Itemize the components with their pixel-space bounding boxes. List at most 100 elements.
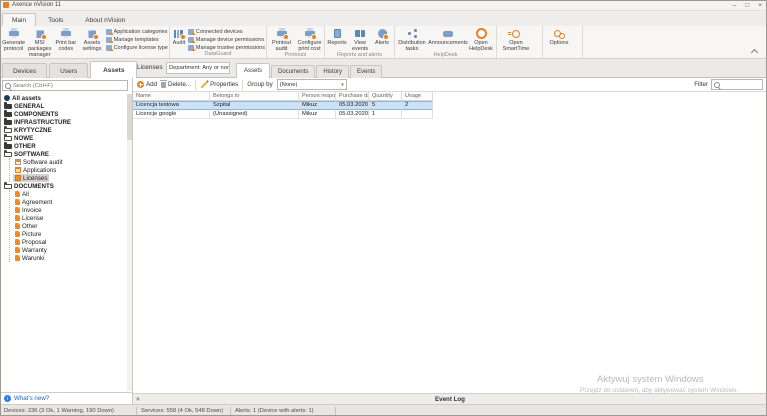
- tab-assets[interactable]: Assets: [90, 61, 137, 78]
- reports-button[interactable]: Reports: [326, 27, 348, 46]
- properties-button[interactable]: Properties: [200, 81, 238, 88]
- sidebar-item-license[interactable]: License: [13, 214, 45, 222]
- column-header-purchase-date[interactable]: Purchase date: [336, 92, 369, 101]
- manage-device-permissions-button[interactable]: Manage device permissions: [188, 37, 265, 43]
- options-button[interactable]: Options: [544, 27, 574, 46]
- generate-protocol-button[interactable]: Generate protocol: [1, 27, 26, 52]
- tab-about-nvision[interactable]: About nVision: [75, 13, 135, 26]
- printout-audit-icon: [275, 28, 289, 39]
- sidebar-item-warranty[interactable]: Warranty: [13, 246, 49, 254]
- ribbon-group-options: Options: [543, 26, 583, 58]
- subtab-documents[interactable]: Documents: [271, 65, 315, 78]
- sidebar-item-invoice[interactable]: Invoice: [13, 206, 44, 214]
- tab-users[interactable]: Users: [49, 63, 88, 78]
- ribbon-group-reports-alerts: Reports View events Alerts Reports and a…: [325, 26, 395, 58]
- printout-audit-button[interactable]: Printout audit: [268, 27, 295, 52]
- filter-input[interactable]: [722, 82, 760, 88]
- connected-devices-button[interactable]: Connected devices: [188, 29, 265, 35]
- sidebar-item-other[interactable]: OTHER: [2, 142, 38, 150]
- sidebar-item-agreement[interactable]: Agreement: [13, 198, 54, 206]
- print-bar-codes-button[interactable]: Print bar codes: [53, 27, 78, 52]
- column-header-person-responsible[interactable]: Person respon: [299, 92, 336, 101]
- pencil-icon: [201, 81, 208, 88]
- chevron-down-icon: [341, 82, 344, 88]
- device-permissions-icon: [188, 37, 194, 43]
- expand-panel-icon[interactable]: «: [133, 397, 141, 401]
- column-header-name[interactable]: Name: [133, 92, 210, 101]
- sidebar-item-applications[interactable]: Applications: [13, 166, 58, 174]
- sidebar-item-infrastructure[interactable]: INFRASTRUCTURE: [2, 118, 73, 126]
- column-header-usage[interactable]: Usage: [402, 92, 433, 101]
- sidebar-item-licenses[interactable]: Licenses: [13, 174, 49, 182]
- subtab-events[interactable]: Events: [350, 65, 382, 78]
- trash-icon: [161, 82, 166, 88]
- status-bar: Devices: 236 (3 Ok, 1 Warning, 190 Down)…: [0, 404, 767, 416]
- restore-icon[interactable]: □: [745, 1, 749, 10]
- delete-button[interactable]: Delete...: [161, 81, 191, 88]
- event-log-bar[interactable]: « Event Log: [133, 393, 767, 404]
- column-header-quantity[interactable]: Quantity: [369, 92, 402, 101]
- status-devices: Devices: 236 (3 Ok, 1 Warning, 190 Down): [0, 407, 137, 415]
- tree-scrollbar[interactable]: [127, 94, 132, 391]
- subtab-history[interactable]: History: [316, 65, 349, 78]
- package-gear-icon: [33, 28, 47, 39]
- department-filter-dropdown[interactable]: Department: Any or none: [166, 62, 230, 74]
- manage-templates-button[interactable]: Manage templates: [106, 37, 168, 43]
- whats-new-link[interactable]: What's new?: [14, 395, 49, 402]
- sidebar-item-components[interactable]: COMPONENTS: [2, 110, 60, 118]
- assets-settings-button[interactable]: Assets settings: [79, 27, 104, 52]
- sidebar-item-nowe[interactable]: NOWE: [2, 134, 35, 142]
- table-row[interactable]: Licencje google (Unassigned) Mikuz 05.03…: [133, 110, 433, 119]
- sidebar-item-general[interactable]: GENERAL: [2, 102, 46, 110]
- sidebar-item-other-doc[interactable]: Other: [13, 222, 39, 230]
- scrollbar-thumb[interactable]: [127, 94, 132, 140]
- audit-button[interactable]: Audit: [171, 27, 187, 46]
- open-smarttime-button[interactable]: Open SmartTime: [498, 27, 534, 52]
- open-folder-icon: [4, 184, 12, 189]
- column-header-belongs-to[interactable]: Belongs to: [210, 92, 299, 101]
- close-icon[interactable]: ×: [758, 1, 762, 10]
- sidebar-item-picture[interactable]: Picture: [13, 230, 43, 238]
- licenses-table: Name Belongs to Person respon Purchase d…: [133, 92, 433, 119]
- tab-tools[interactable]: Tools: [38, 13, 73, 26]
- folder-icon: [4, 112, 12, 117]
- distribution-tasks-button[interactable]: Distribution tasks: [396, 27, 428, 52]
- sidebar-item-all[interactable]: All: [13, 190, 31, 198]
- sidebar-item-warunki[interactable]: Warunki: [13, 254, 46, 262]
- sidebar-item-software-audit[interactable]: Software audit: [13, 158, 65, 166]
- search-box: [2, 80, 128, 91]
- sidebar-item-proposal[interactable]: Proposal: [13, 238, 48, 246]
- document-icon: [15, 247, 20, 253]
- sidebar-item-all-assets[interactable]: All assets: [2, 94, 43, 102]
- sidebar-item-krytyczne[interactable]: KRYTYCZNE: [2, 126, 54, 134]
- tab-main[interactable]: Main: [2, 13, 36, 26]
- group-by-dropdown[interactable]: (None): [277, 79, 347, 90]
- open-helpdesk-button[interactable]: Open HelpDesk: [468, 27, 494, 52]
- sidebar-item-software[interactable]: SOFTWARE: [2, 150, 51, 158]
- software-audit-icon: [15, 159, 21, 165]
- tab-devices[interactable]: Devices: [2, 63, 47, 78]
- group-label-printouts: Printouts: [268, 52, 323, 59]
- folder-icon: [4, 120, 12, 125]
- licenses-icon: [15, 175, 21, 181]
- search-icon: [5, 83, 11, 89]
- announcements-button[interactable]: Announcements: [429, 27, 467, 46]
- print-cost-icon: [303, 28, 317, 39]
- search-input[interactable]: [13, 83, 125, 89]
- ribbon-tab-bar: Main Tools About nVision: [0, 11, 767, 26]
- sidebar: All assets GENERAL COMPONENTS INFRASTRUC…: [0, 78, 133, 404]
- msi-packages-manager-button[interactable]: MSI packages manager: [27, 27, 52, 58]
- group-label-dataguard: DataGuard: [171, 51, 265, 58]
- add-button[interactable]: Add: [137, 81, 157, 88]
- configure-print-cost-button[interactable]: Configure print cost: [296, 27, 323, 52]
- minimize-icon[interactable]: –: [733, 1, 737, 10]
- table-row[interactable]: Licencja testowa Szpital Mikuz 05.03.202…: [133, 101, 433, 110]
- document-icon: [15, 191, 20, 197]
- alerts-button[interactable]: Alerts: [372, 27, 392, 46]
- view-events-button[interactable]: View events: [349, 27, 371, 52]
- application-categories-button[interactable]: Application categories: [106, 29, 168, 35]
- configure-license-type-button[interactable]: Configure license type: [106, 45, 168, 51]
- license-type-icon: [106, 45, 112, 51]
- sidebar-item-documents[interactable]: DOCUMENTS: [2, 182, 56, 190]
- subtab-assets[interactable]: Assets: [236, 63, 270, 78]
